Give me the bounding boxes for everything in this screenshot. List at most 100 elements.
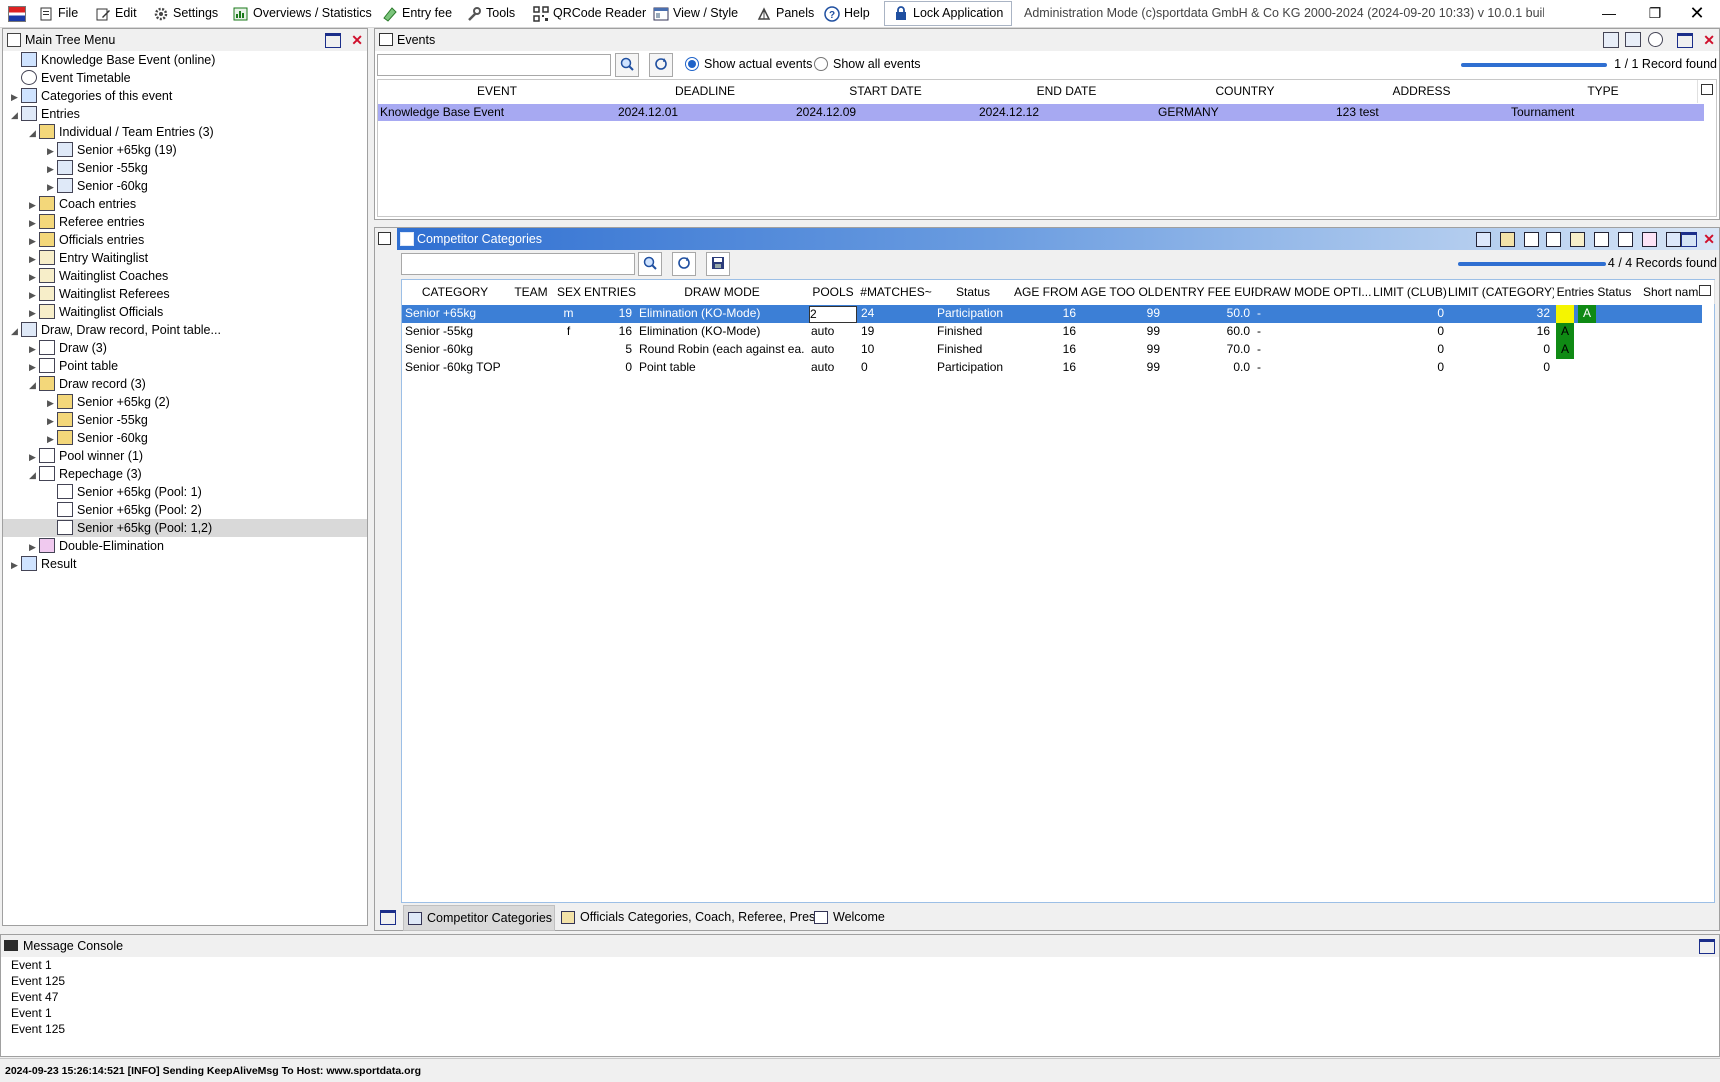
tree-item[interactable]: ◢ Repechage (3) [3,465,367,483]
expand-arrow-icon[interactable]: ▶ [29,232,39,250]
show-actual-events-radio[interactable]: Show actual events [685,56,812,72]
tree-item[interactable]: ▶ Waitinglist Referees [3,285,367,303]
category-column-header[interactable]: LIMIT (CLUB) [1372,280,1449,304]
tree-item[interactable]: ▶ Draw (3) [3,339,367,357]
maximize-events-icon[interactable] [1677,33,1693,48]
events-refresh-button[interactable] [649,53,673,77]
tree-item[interactable]: ▶ Double-Elimination [3,537,367,555]
maximize-categories-icon[interactable] [1681,232,1697,247]
category-column-header[interactable]: ENTRIES [584,280,637,304]
list-view-icon[interactable] [1524,232,1539,247]
expand-arrow-icon[interactable]: ▶ [47,412,57,430]
collapse-arrow-icon[interactable]: ◢ [29,376,39,394]
category-column-header[interactable]: AGE FROM [1012,280,1081,304]
tree-item[interactable]: ◢ Draw, Draw record, Point table... [3,321,367,339]
category-table-row[interactable]: Senior -55kg f 16 Elimination (KO-Mode) auto… [402,323,1702,341]
categories-search-input[interactable] [401,253,635,275]
tree-item[interactable]: ▶ Senior -60kg [3,429,367,447]
tree-item[interactable]: ▶ Waitinglist Officials [3,303,367,321]
pools-edit-field[interactable]: 2 [809,306,857,323]
expand-arrow-icon[interactable]: ▶ [47,160,57,178]
tree-item[interactable]: ◢ Entries [3,105,367,123]
export-icon[interactable] [1642,232,1657,247]
category-column-header[interactable]: TEAM [508,280,555,304]
events-column-header[interactable]: TYPE [1509,80,1698,103]
menu-file[interactable]: File [38,0,78,27]
show-all-events-radio[interactable]: Show all events [814,56,921,72]
tab-welcome[interactable]: Welcome [810,905,885,929]
expand-arrow-icon[interactable]: ▶ [11,88,21,106]
maximize-tabs-icon[interactable] [380,910,396,925]
tree-item[interactable]: ▶ Point table [3,357,367,375]
minimize-button[interactable]: — [1586,0,1632,27]
rows-icon[interactable] [1618,232,1633,247]
paste-category-icon[interactable] [1500,232,1515,247]
tree-item[interactable]: Event Timetable [3,69,367,87]
category-column-header[interactable]: ENTRY FEE EUR [1164,280,1255,304]
column-chooser-icon[interactable] [1701,84,1713,95]
menu-edit[interactable]: Edit [95,0,137,27]
close-tree-icon[interactable]: ✕ [351,30,363,50]
tree-item[interactable]: ▶ Entry Waitinglist [3,249,367,267]
collapse-arrow-icon[interactable]: ◢ [11,322,21,340]
collapse-arrow-icon[interactable]: ◢ [29,466,39,484]
expand-arrow-icon[interactable]: ▶ [29,268,39,286]
tree-item[interactable]: ▶ Coach entries [3,195,367,213]
category-table-row[interactable]: Senior -60kg TOP 4 0 Point table auto 0 Parti… [402,359,1702,377]
grid-icon[interactable] [1594,232,1609,247]
tree-item[interactable]: ▶ Pool winner (1) [3,447,367,465]
expand-arrow-icon[interactable]: ▶ [29,448,39,466]
expand-arrow-icon[interactable]: ▶ [29,304,39,322]
category-column-header[interactable]: DRAW MODE [636,280,809,304]
edit-event-icon[interactable] [1603,32,1619,48]
category-column-header[interactable]: AGE TOO OLD [1080,280,1165,304]
category-table-row[interactable]: Senior +65kg m 19 Elimination (KO-Mode) 2 24 P… [402,305,1702,323]
tree-item[interactable]: ▶ Referee entries [3,213,367,231]
expand-arrow-icon[interactable]: ▶ [47,394,57,412]
tree-item[interactable]: Senior +65kg (Pool: 2) [3,501,367,519]
tree-item[interactable]: ▶ Senior -60kg [3,177,367,195]
events-table-row[interactable]: Knowledge Base Event 2024.12.01 2024.12.09… [378,104,1704,121]
tree-item[interactable]: ◢ Draw record (3) [3,375,367,393]
expand-arrow-icon[interactable]: ▶ [47,430,57,448]
events-search-button[interactable] [615,53,639,77]
collapse-arrow-icon[interactable]: ◢ [11,106,21,124]
category-column-header[interactable]: POOLS [808,280,859,304]
category-table-row[interactable]: Senior -60kg 5 Round Robin (each against e… [402,341,1702,359]
expand-arrow-icon[interactable]: ▶ [29,538,39,556]
tree-item[interactable]: ▶ Senior +65kg (2) [3,393,367,411]
folder-icon[interactable] [1625,32,1641,47]
tab-competitor-categories[interactable]: Competitor Categories [403,905,555,931]
tree-item[interactable]: Knowledge Base Event (online) [3,51,367,69]
category-column-header[interactable]: DRAW MODE OPTI... [1254,280,1373,304]
menu-overviews[interactable]: Overviews / Statistics [233,0,372,27]
events-column-header[interactable]: START DATE [794,80,978,103]
collapse-arrow-icon[interactable]: ◢ [29,124,39,142]
close-events-icon[interactable]: ✕ [1703,30,1715,50]
expand-arrow-icon[interactable]: ▶ [29,250,39,268]
category-column-header[interactable]: LIMIT (CATEGORY) [1448,280,1555,304]
expand-arrow-icon[interactable]: ▶ [29,340,39,358]
menu-tools[interactable]: Tools [466,0,515,27]
events-column-header[interactable]: ADDRESS [1334,80,1510,103]
categories-refresh-button[interactable] [672,252,696,276]
events-column-header[interactable]: END DATE [977,80,1157,103]
tab-officials-categories[interactable]: Officials Categories, Coach, Referee, Pr… [557,905,822,929]
expand-arrow-icon[interactable]: ▶ [47,142,57,160]
expand-arrow-icon[interactable]: ▶ [47,178,57,196]
category-column-header[interactable]: SEX [554,280,585,304]
categories-save-button[interactable] [706,252,730,276]
category-column-header[interactable]: Entries Status [1554,280,1635,304]
category-column-header[interactable]: #MATCHES~ [858,280,935,304]
expand-arrow-icon[interactable]: ▶ [29,214,39,232]
tree-item[interactable]: ▶ Waitinglist Coaches [3,267,367,285]
close-window-button[interactable]: ✕ [1674,0,1720,27]
menu-panels[interactable]: Panels [756,0,814,27]
maximize-tree-icon[interactable] [325,33,341,48]
events-column-header[interactable]: EVENT [378,80,617,103]
tree-item[interactable]: ▶ Senior +65kg (19) [3,141,367,159]
expand-arrow-icon[interactable]: ▶ [29,196,39,214]
lock-application-button[interactable]: Lock Application [884,1,1013,26]
expand-arrow-icon[interactable]: ▶ [29,358,39,376]
events-column-header[interactable]: DEADLINE [616,80,795,103]
